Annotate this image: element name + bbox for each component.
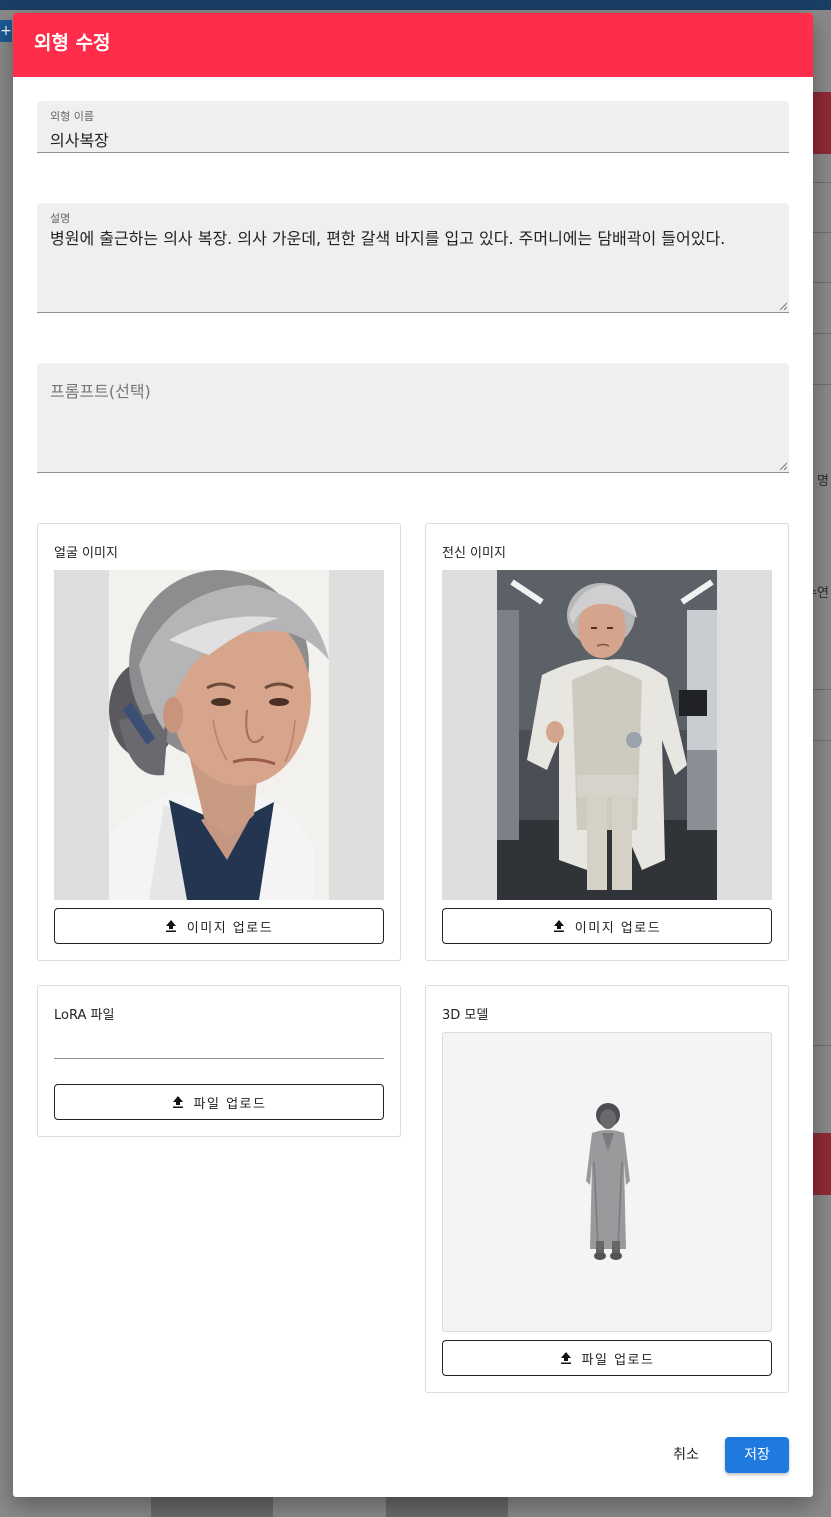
description-value: 병원에 출근하는 의사 복장. 의사 가운데, 편한 갈색 바지를 입고 있다.…	[50, 229, 726, 248]
body-image-upload-label: 이미지 업로드	[574, 920, 662, 936]
prompt-placeholder: 프롬프트(선택)	[50, 382, 151, 401]
model3d-figure	[586, 1103, 630, 1260]
appearance-name-value: 의사복장	[50, 131, 109, 150]
background-divider	[813, 282, 831, 283]
resize-handle-icon[interactable]	[779, 302, 787, 310]
background-red-block	[813, 92, 831, 154]
background-divider	[813, 1045, 831, 1046]
face-image-upload-button[interactable]: 이미지 업로드	[54, 908, 384, 944]
model3d-title: 3D 모델	[442, 1008, 489, 1023]
cancel-button[interactable]: 취소	[664, 1437, 708, 1473]
upload-icon	[553, 920, 564, 932]
model3d-viewer[interactable]	[442, 1032, 772, 1332]
face-image-title: 얼굴 이미지	[54, 546, 118, 561]
lora-upload-label: 파일 업로드	[193, 1096, 267, 1112]
body-image-card: 전신 이미지 이미지 업로드	[425, 523, 789, 961]
lora-card: LoRA 파일 파일 업로드	[37, 985, 401, 1137]
appearance-name-label: 외형 이름	[50, 110, 94, 123]
body-image-frame	[442, 570, 772, 900]
upload-icon	[560, 1352, 571, 1364]
background-divider	[813, 384, 831, 385]
save-button[interactable]: 저장	[725, 1437, 789, 1473]
upload-icon	[172, 1096, 183, 1108]
model3d-upload-button[interactable]: 파일 업로드	[442, 1340, 772, 1376]
face-image-card: 얼굴 이미지 이미지 업로드	[37, 523, 401, 961]
lora-title: LoRA 파일	[54, 1008, 115, 1023]
description-field[interactable]: 설명 병원에 출근하는 의사 복장. 의사 가운데, 편한 갈색 바지를 입고 …	[37, 203, 789, 313]
description-label: 설명	[50, 212, 71, 225]
face-image-upload-label: 이미지 업로드	[186, 920, 274, 936]
edit-appearance-dialog: 외형 수정 외형 이름 의사복장 설명 병원에 출근하는 의사 복장. 의사 가…	[13, 13, 813, 1497]
background-divider	[813, 740, 831, 741]
body-image-upload-button[interactable]: 이미지 업로드	[442, 908, 772, 944]
upload-icon	[165, 920, 176, 932]
body-image-title: 전신 이미지	[442, 546, 506, 561]
background-thumbnail	[151, 1497, 273, 1517]
prompt-field[interactable]: 프롬프트(선택)	[37, 363, 789, 473]
appearance-name-field[interactable]: 외형 이름 의사복장	[37, 101, 789, 153]
face-image	[109, 570, 329, 900]
background-thumbnail	[386, 1497, 508, 1517]
background-text-fragment: 명	[817, 474, 829, 489]
model3d-card: 3D 모델 파일 업로드	[425, 985, 789, 1393]
background-divider	[813, 689, 831, 690]
background-red-block	[813, 1133, 831, 1195]
background-divider	[813, 232, 831, 233]
background-add-button: +	[0, 20, 12, 42]
body-image	[497, 570, 717, 900]
background-divider	[813, 182, 831, 183]
background-topbar	[0, 0, 831, 10]
lora-file-field[interactable]	[54, 1058, 384, 1059]
model3d-upload-label: 파일 업로드	[581, 1352, 655, 1368]
face-image-frame	[54, 570, 384, 900]
dialog-title: 외형 수정	[13, 13, 813, 77]
background-divider	[813, 333, 831, 334]
lora-upload-button[interactable]: 파일 업로드	[54, 1084, 384, 1120]
resize-handle-icon[interactable]	[779, 462, 787, 470]
